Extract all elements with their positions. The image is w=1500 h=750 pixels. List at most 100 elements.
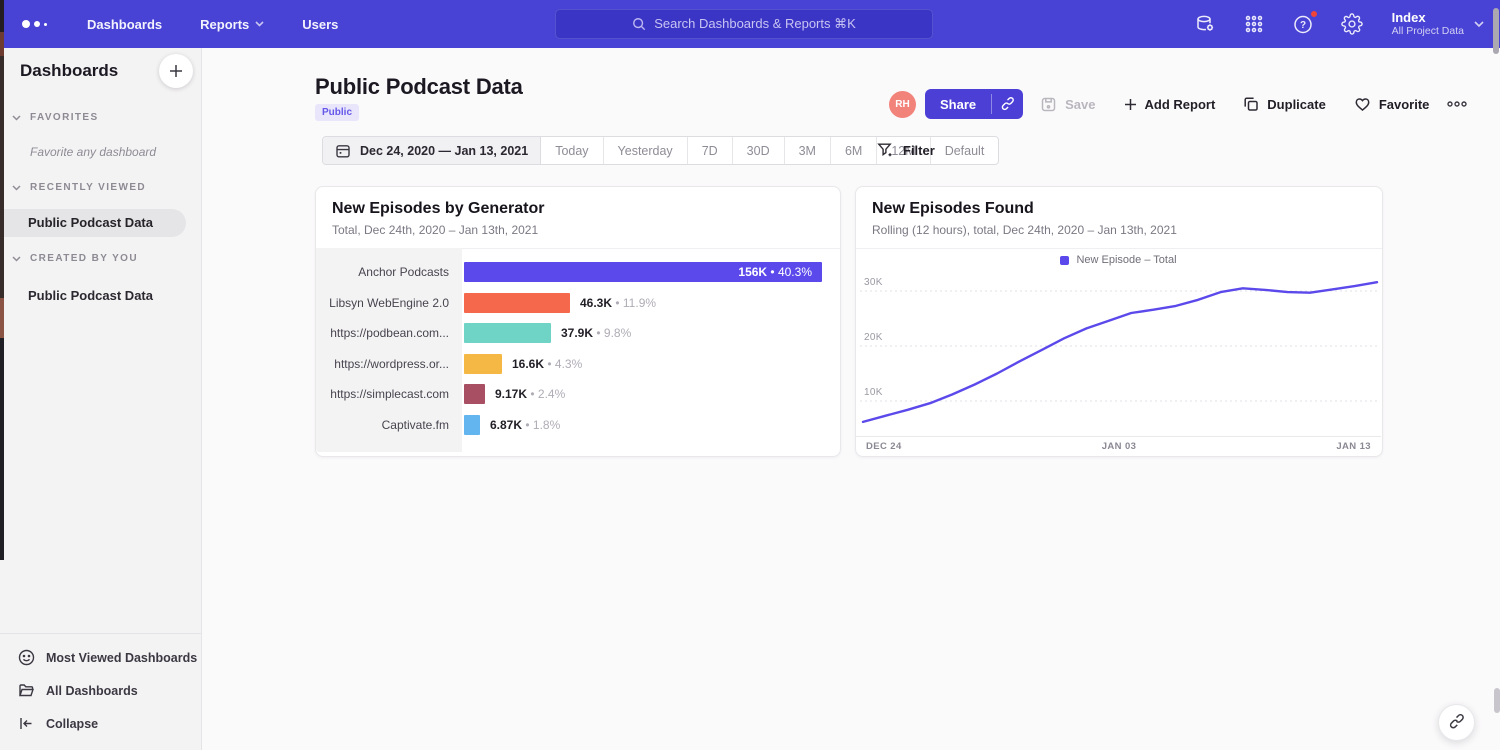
favorite-button[interactable]: Favorite [1354, 96, 1430, 112]
bar-chart-canvas[interactable]: Anchor Podcasts156K • 40.3%Libsyn WebEng… [316, 248, 839, 455]
copy-link-button[interactable] [992, 89, 1023, 119]
link-icon [1000, 97, 1015, 112]
sidebar-item-public-podcast-data-selected[interactable]: Public Podcast Data [0, 209, 186, 237]
card-header: New Episodes by Generator Total, Dec 24t… [316, 187, 840, 249]
sidebar-section-created-by-you[interactable]: CREATED BY YOU [0, 253, 201, 264]
plus-icon [169, 64, 183, 78]
date-preset-button[interactable]: Yesterday [604, 137, 688, 164]
floating-copy-link-button[interactable] [1438, 704, 1475, 741]
new-dashboard-button[interactable] [159, 54, 193, 88]
filter-button[interactable]: Filter [877, 142, 935, 159]
bar-segment[interactable] [464, 323, 551, 343]
project-subtitle: All Project Data [1392, 25, 1464, 38]
chart-title[interactable]: New Episodes by Generator [332, 200, 824, 218]
line-chart-plot[interactable] [860, 271, 1380, 439]
bar-row: Libsyn WebEngine 2.046.3K • 11.9% [316, 288, 839, 319]
card-new-episodes-by-generator: New Episodes by Generator Total, Dec 24t… [315, 186, 841, 457]
duplicate-icon [1243, 96, 1259, 112]
ellipsis-icon [1446, 100, 1468, 108]
project-switcher[interactable]: Index All Project Data [1392, 10, 1484, 38]
search-input[interactable]: Search Dashboards & Reports ⌘K [555, 9, 933, 39]
bar-category-label: Captivate.fm [316, 418, 462, 432]
collapse-icon [18, 715, 35, 732]
bar-value-label: 6.87K • 1.8% [490, 418, 560, 432]
scrollbar-thumb[interactable] [1494, 688, 1500, 713]
public-badge: Public [315, 104, 359, 121]
folder-icon [18, 682, 35, 699]
plus-icon [1124, 98, 1137, 111]
bar-segment[interactable] [464, 293, 570, 313]
bar-row: https://wordpress.or...16.6K • 4.3% [316, 349, 839, 380]
sidebar-item-public-podcast-data[interactable]: Public Podcast Data [28, 288, 153, 303]
help-icon[interactable]: ? [1292, 13, 1314, 35]
nav-item[interactable]: Dashboards [87, 17, 162, 32]
bar-track: 37.9K • 9.8% [464, 323, 839, 343]
scrollbar-thumb[interactable] [1493, 8, 1499, 54]
date-range-picker[interactable]: Dec 24, 2020 — Jan 13, 2021 [323, 137, 541, 164]
x-axis: DEC 24 JAN 03 JAN 13 [856, 436, 1381, 455]
top-nav: Dashboards Reports Users Search Dashboar… [0, 0, 1500, 48]
save-button[interactable]: Save [1040, 96, 1095, 113]
apps-grid-icon[interactable] [1243, 13, 1265, 35]
section-label: FAVORITES [30, 112, 99, 123]
bar-category-label: https://simplecast.com [316, 387, 462, 401]
settings-icon[interactable] [1341, 13, 1363, 35]
date-preset-button[interactable]: 3M [785, 137, 831, 164]
chevron-down-icon [12, 185, 21, 191]
footer-item-label: All Dashboards [46, 684, 138, 698]
duplicate-button[interactable]: Duplicate [1243, 96, 1326, 112]
search-icon [632, 17, 646, 31]
section-label: CREATED BY YOU [30, 253, 138, 264]
sidebar-section-recently-viewed[interactable]: RECENTLY VIEWED [0, 182, 201, 193]
nav-item-label: Reports [200, 17, 249, 32]
nav-item[interactable]: Users [302, 17, 338, 32]
chart-legend: New Episode – Total [856, 254, 1381, 266]
bar-row: Captivate.fm 6.87K • 1.8% [316, 410, 839, 441]
legend-label: New Episode – Total [1076, 254, 1176, 266]
add-report-button[interactable]: Add Report [1124, 97, 1216, 112]
chart-title[interactable]: New Episodes Found [872, 200, 1366, 218]
line-chart-canvas[interactable]: New Episode – Total 10K20K30K DEC 24 JAN… [856, 248, 1381, 455]
nav-right: ? Index All Project Data [1194, 0, 1484, 48]
bar-track: 6.87K • 1.8% [464, 415, 839, 435]
sidebar-footer: Most Viewed Dashboards All Dashboards Co… [0, 633, 201, 750]
share-button-group: Share [925, 89, 1023, 119]
sidebar-section-favorites[interactable]: FAVORITES [0, 112, 201, 123]
date-preset-button[interactable]: 7D [688, 137, 733, 164]
date-preset-button[interactable]: 30D [733, 137, 785, 164]
sidebar: Dashboards FAVORITES Favorite any dashbo… [0, 48, 202, 750]
smiley-icon [18, 649, 35, 666]
save-icon [1040, 96, 1057, 113]
share-button[interactable]: Share [925, 89, 991, 119]
legend-swatch [1060, 256, 1069, 265]
all-dashboards-button[interactable]: All Dashboards [0, 674, 201, 707]
date-preset-button[interactable]: 6M [831, 137, 877, 164]
app-logo-icon[interactable] [22, 20, 47, 28]
data-source-icon[interactable] [1194, 13, 1216, 35]
date-preset-button[interactable]: Default [931, 137, 999, 164]
nav-item[interactable]: Reports [200, 17, 264, 32]
main-nav: Dashboards Reports Users [87, 17, 338, 32]
date-preset-button[interactable]: Today [541, 137, 603, 164]
section-label: RECENTLY VIEWED [30, 182, 146, 193]
nav-item-label: Dashboards [87, 17, 162, 32]
card-header: New Episodes Found Rolling (12 hours), t… [856, 187, 1382, 249]
collapse-sidebar-button[interactable]: Collapse [0, 707, 201, 740]
bar-segment[interactable] [464, 354, 502, 374]
more-options-button[interactable] [1446, 100, 1468, 108]
sidebar-title: Dashboards [20, 61, 118, 81]
bar-value-label: 9.17K • 2.4% [495, 387, 565, 401]
filter-label: Filter [903, 143, 935, 158]
most-viewed-dashboards-button[interactable]: Most Viewed Dashboards [0, 641, 201, 674]
bar-segment[interactable] [464, 415, 480, 435]
bar-segment[interactable] [464, 384, 485, 404]
filter-funnel-icon [877, 142, 894, 159]
chevron-down-icon [12, 115, 21, 121]
avatar[interactable]: RH [889, 91, 916, 118]
bar-category-label: https://wordpress.or... [316, 357, 462, 371]
svg-text:?: ? [1300, 20, 1306, 31]
bar-row: https://podbean.com...37.9K • 9.8% [316, 318, 839, 349]
bar-track: 46.3K • 11.9% [464, 293, 839, 313]
legend-item[interactable]: New Episode – Total [1060, 254, 1176, 266]
project-name: Index [1392, 10, 1464, 25]
